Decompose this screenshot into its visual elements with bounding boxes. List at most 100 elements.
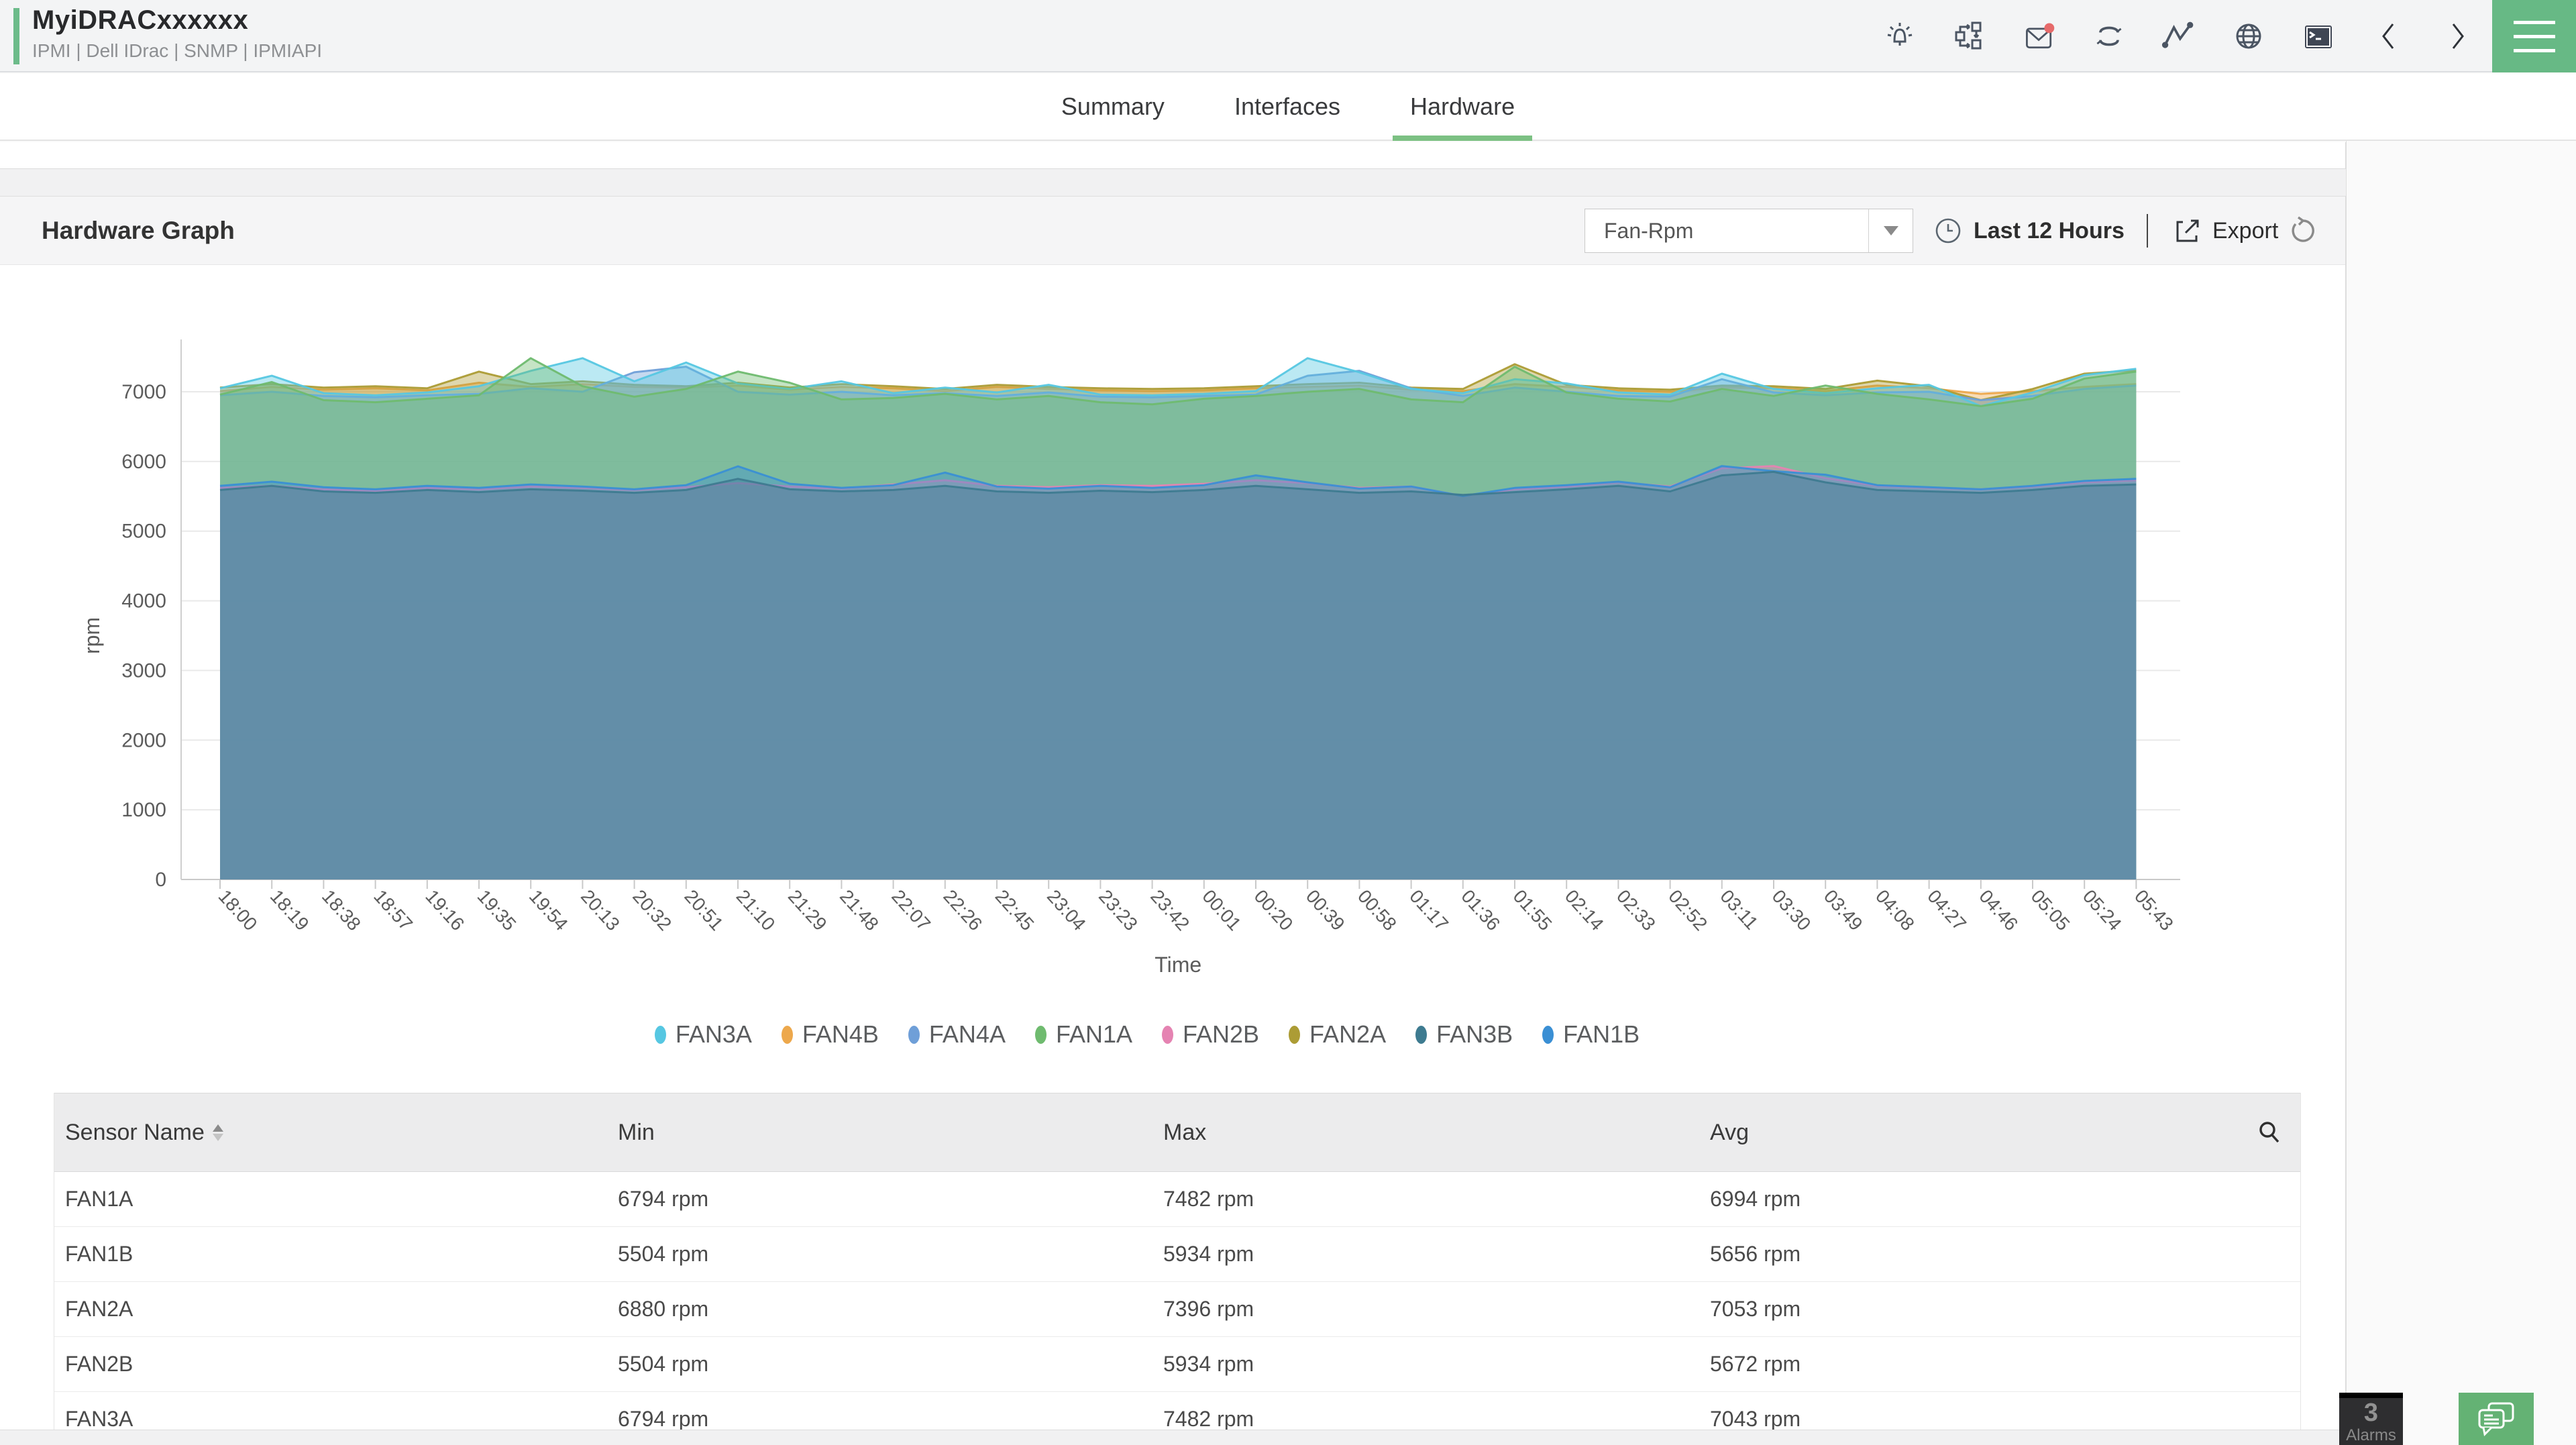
table-cell: 6880 rpm (618, 1297, 1163, 1322)
alarms-badge[interactable]: 3 Alarms (2339, 1393, 2403, 1445)
table-cell: 7043 rpm (1710, 1407, 2300, 1430)
table-search-icon[interactable] (2256, 1119, 2283, 1152)
metric-dropdown[interactable]: Fan-Rpm (1585, 209, 1913, 253)
x-tick-label: 00:58 (1354, 886, 1401, 934)
x-tick-label: 02:14 (1561, 886, 1608, 934)
x-tick-label: 19:16 (421, 886, 468, 934)
device-accent-bar (13, 8, 19, 64)
y-tick-label: 0 (155, 869, 166, 891)
x-tick-label: 05:43 (2131, 886, 2178, 934)
legend-label: FAN4B (802, 1020, 879, 1049)
device-protocols: IPMI | Dell IDrac | SNMP | IPMIAPI (32, 40, 322, 62)
table-cell: FAN3A (54, 1407, 618, 1430)
dropdown-caret-icon[interactable] (1868, 209, 1913, 252)
x-tick-label: 02:33 (1613, 886, 1660, 934)
table-cell: 5934 rpm (1163, 1242, 1710, 1267)
metric-dropdown-value: Fan-Rpm (1585, 219, 1868, 244)
x-tick-label: 04:27 (1923, 886, 1970, 934)
table-cell: FAN2A (54, 1297, 618, 1322)
table-cell: 5504 rpm (618, 1352, 1163, 1377)
table-row: FAN1B5504 rpm5934 rpm5656 rpm (54, 1227, 2300, 1282)
export-group: Export (2172, 197, 2318, 265)
x-tick-label: 04:08 (1872, 886, 1919, 934)
alarms-count: 3 (2339, 1398, 2403, 1428)
tab-interfaces[interactable]: Interfaces (1217, 74, 1358, 140)
legend-dot-icon (1289, 1026, 1300, 1044)
export-icon[interactable] (2172, 215, 2203, 246)
legend-item-FAN4A[interactable]: FAN4A (908, 1020, 1006, 1049)
legend-item-FAN3A[interactable]: FAN3A (655, 1020, 752, 1049)
legend-dot-icon (1542, 1026, 1554, 1044)
refresh-icon[interactable] (2288, 215, 2318, 246)
x-tick-label: 20:32 (629, 886, 676, 934)
chevron-left-icon[interactable] (2371, 19, 2406, 54)
y-tick-label: 1000 (121, 799, 166, 821)
control-divider (2147, 214, 2148, 248)
x-tick-label: 03:49 (1820, 886, 1867, 934)
x-tick-label: 18:19 (266, 886, 313, 934)
time-range-label: Last 12 Hours (1974, 218, 2125, 244)
terminal-icon[interactable] (2301, 19, 2336, 54)
legend-item-FAN2A[interactable]: FAN2A (1289, 1020, 1386, 1049)
column-header-min[interactable]: Min (618, 1120, 1163, 1146)
alarm-bell-icon[interactable] (1882, 19, 1917, 54)
legend-dot-icon (655, 1026, 666, 1044)
legend-label: FAN1A (1056, 1020, 1132, 1049)
workflow-icon[interactable] (1952, 19, 1987, 54)
table-cell: 7396 rpm (1163, 1297, 1710, 1322)
chevron-right-icon[interactable] (2440, 19, 2475, 54)
table-row: FAN3A6794 rpm7482 rpm7043 rpm (54, 1392, 2300, 1430)
table-row: FAN2B5504 rpm5934 rpm5672 rpm (54, 1337, 2300, 1392)
legend-dot-icon (1162, 1026, 1173, 1044)
legend-item-FAN1B[interactable]: FAN1B (1542, 1020, 1640, 1049)
column-header-sensor-name[interactable]: Sensor Name (54, 1120, 618, 1146)
legend-dot-icon (1415, 1026, 1427, 1044)
device-title: MyiDRACxxxxxx (32, 5, 248, 36)
chat-button[interactable] (2459, 1393, 2534, 1445)
table-cell: FAN2B (54, 1352, 618, 1377)
x-tick-label: 05:05 (2027, 886, 2074, 934)
right-margin (2346, 141, 2576, 1445)
legend-dot-icon (1035, 1026, 1046, 1044)
x-axis-title: Time (1155, 953, 1201, 977)
x-tick-label: 19:35 (474, 886, 521, 934)
y-axis-title: rpm (80, 617, 104, 654)
globe-icon[interactable] (2231, 19, 2266, 54)
x-tick-label: 23:23 (1095, 886, 1142, 934)
x-tick-label: 22:07 (888, 886, 934, 934)
alarms-label: Alarms (2339, 1428, 2403, 1444)
sparkline-icon[interactable] (2161, 19, 2196, 54)
legend-item-FAN1A[interactable]: FAN1A (1035, 1020, 1132, 1049)
legend-item-FAN3B[interactable]: FAN3B (1415, 1020, 1513, 1049)
x-tick-label: 03:30 (1768, 886, 1815, 934)
x-tick-label: 22:45 (991, 886, 1038, 934)
link-loop-icon[interactable] (2092, 19, 2127, 54)
x-tick-label: 01:55 (1509, 886, 1556, 934)
legend-label: FAN3A (676, 1020, 752, 1049)
table-row: FAN2A6880 rpm7396 rpm7053 rpm (54, 1282, 2300, 1337)
x-tick-label: 20:51 (680, 886, 727, 934)
previous-card-bottom (0, 142, 2346, 169)
legend-label: FAN4A (929, 1020, 1006, 1049)
tab-hardware[interactable]: Hardware (1393, 74, 1532, 140)
table-cell: FAN1B (54, 1242, 618, 1267)
x-tick-label: 21:48 (836, 886, 883, 934)
column-header-max[interactable]: Max (1163, 1120, 1710, 1146)
legend-label: FAN2B (1183, 1020, 1259, 1049)
mail-icon[interactable] (2022, 19, 2057, 54)
export-button[interactable]: Export (2212, 218, 2278, 244)
tab-bar: Summary Interfaces Hardware (0, 74, 2576, 141)
x-tick-label: 18:57 (370, 886, 417, 934)
legend-item-FAN2B[interactable]: FAN2B (1162, 1020, 1259, 1049)
column-header-avg[interactable]: Avg (1710, 1120, 2300, 1146)
y-tick-label: 4000 (121, 590, 166, 612)
x-tick-label: 18:38 (318, 886, 365, 934)
legend-item-FAN4B[interactable]: FAN4B (782, 1020, 879, 1049)
x-tick-label: 23:04 (1043, 886, 1090, 934)
main-column: Hardware Graph Fan-Rpm Last 12 Hours (0, 142, 2346, 1445)
table-cell: 7482 rpm (1163, 1407, 1710, 1430)
hamburger-menu-icon[interactable] (2492, 0, 2576, 72)
x-tick-label: 18:00 (215, 886, 262, 934)
tab-summary[interactable]: Summary (1044, 74, 1182, 140)
time-range-selector[interactable]: Last 12 Hours (1932, 197, 2125, 265)
